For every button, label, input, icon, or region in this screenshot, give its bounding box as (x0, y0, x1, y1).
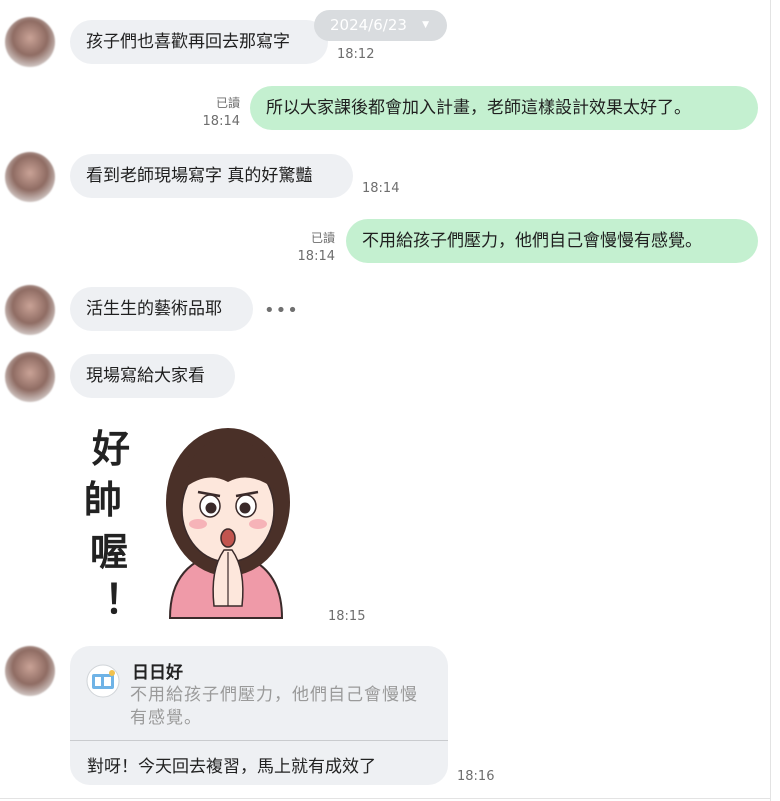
avatar[interactable] (5, 152, 55, 202)
date-chip-label: 2024/6/23 (330, 16, 407, 34)
more-options-icon[interactable]: ••• (264, 300, 299, 321)
window-bottom-border (0, 798, 771, 799)
sticker-caption-char: 好 (91, 427, 130, 471)
message-time: 18:15 (328, 609, 366, 624)
message-bubble[interactable]: 不用給孩子們壓力，他們自己會慢慢有感覺。 (346, 219, 758, 263)
message-bubble[interactable]: 看到老師現場寫字 真的好驚豔 (70, 154, 353, 198)
message-time: 18:12 (337, 47, 375, 62)
avatar[interactable] (5, 646, 55, 696)
message-time: 18:16 (457, 769, 495, 784)
message-time: 18:14 (297, 249, 335, 264)
reply-message-text: 對呀！今天回去複習，馬上就有成效了 (87, 757, 376, 777)
read-receipt: 已讀 (215, 96, 240, 110)
message-bubble[interactable]: 所以大家課後都會加入計畫，老師這樣設計效果太好了。 (250, 86, 758, 130)
sticker-caption: 好 帥 喔 ！ (84, 427, 144, 623)
sticker-girl-illustration (166, 428, 290, 619)
message-bubble[interactable]: 活生生的藝術品耶 (70, 287, 253, 331)
message-bubble[interactable]: 孩子們也喜歡再回去那寫字 (70, 20, 328, 64)
avatar[interactable] (5, 352, 55, 402)
quoted-reply-bubble[interactable]: 日日好 不用給孩子們壓力，他們自己會慢慢有感覺。 對呀！今天回去複習，馬上就有成… (70, 646, 448, 785)
sticker-caption-char: ！ (104, 577, 144, 623)
quoted-sender-name: 日日好 (132, 663, 183, 683)
sticker-caption-char: 帥 (84, 478, 122, 522)
chevron-down-icon: ▼ (422, 20, 429, 30)
read-receipt: 已讀 (310, 231, 335, 245)
window-right-border (770, 0, 771, 801)
message-time: 18:14 (362, 181, 400, 196)
avatar[interactable] (5, 285, 55, 335)
sticker-caption-char: 喔 (90, 530, 128, 574)
sticker-image[interactable]: 好 帥 喔 ！ (78, 410, 310, 625)
quoted-message-text: 不用給孩子們壓力，他們自己會慢慢有感覺。 (130, 685, 418, 728)
date-chip-button[interactable]: 2024/6/23 ▼ (314, 10, 447, 41)
quoted-sender-avatar (86, 664, 120, 698)
message-bubble[interactable]: 現場寫給大家看 (70, 354, 235, 398)
divider (70, 740, 448, 741)
avatar[interactable] (5, 17, 55, 67)
message-time: 18:14 (202, 114, 240, 129)
